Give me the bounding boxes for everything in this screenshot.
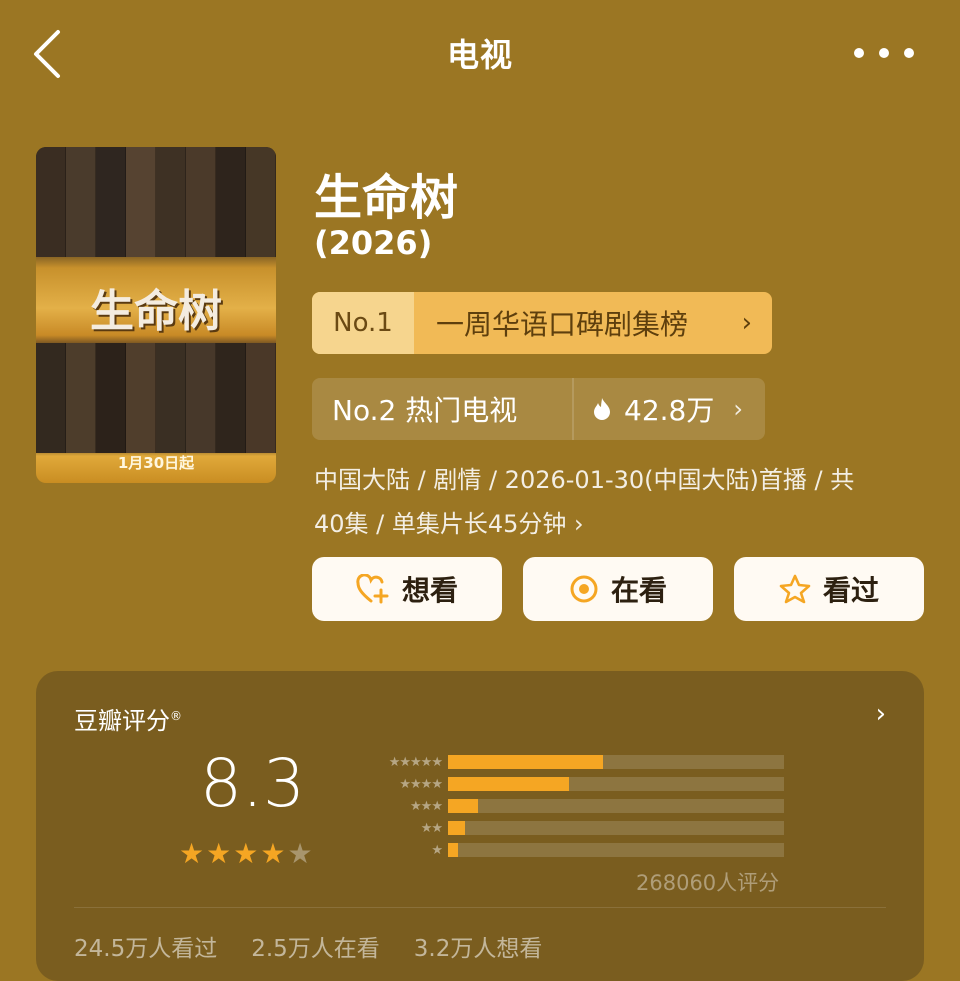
star-filled-icon: ★ xyxy=(206,837,232,870)
hot-count: 42.8万 xyxy=(624,394,715,427)
star-filled-icon: ★ xyxy=(179,837,205,870)
distribution-row: ★★★★★ xyxy=(346,751,786,773)
distribution-star-label: ★★★★ xyxy=(399,776,443,792)
hot-value: 42.8万 xyxy=(574,378,733,440)
divider xyxy=(74,907,886,908)
rank-label: 一周华语口碑剧集榜 xyxy=(436,308,689,341)
watched-button[interactable]: 看过 xyxy=(734,557,924,621)
distribution-row: ★★ xyxy=(346,817,786,839)
rating-heading: 豆瓣评分® xyxy=(74,701,182,736)
meta-line-2: 40集 / 单集片长45分钟 › xyxy=(314,510,584,538)
stat-watching[interactable]: 2.5万人在看 xyxy=(251,929,380,963)
watched-label: 看过 xyxy=(822,574,879,607)
distribution-row: ★★★★ xyxy=(346,773,786,795)
more-dot xyxy=(854,48,864,58)
poster-cast-row-bottom xyxy=(36,343,276,453)
distribution-bar xyxy=(448,843,459,857)
target-icon xyxy=(570,575,598,603)
star-filled-icon: ★ xyxy=(233,837,259,870)
distribution-row: ★ xyxy=(346,839,786,861)
chevron-right-icon: › xyxy=(733,395,743,423)
distribution-bar xyxy=(448,799,479,813)
audience-stats: 24.5万人看过 2.5万人在看 3.2万人想看 xyxy=(74,929,542,963)
distribution-bar xyxy=(448,777,569,791)
want-to-watch-label: 想看 xyxy=(401,574,458,607)
more-dot xyxy=(904,48,914,58)
distribution-track xyxy=(448,755,784,769)
distribution-bar xyxy=(448,821,465,835)
distribution-track xyxy=(448,821,784,835)
top-bar: 电视 xyxy=(0,0,960,110)
show-meta-info[interactable]: 中国大陆 / 剧情 / 2026-01-30(中国大陆)首播 / 共 40集 /… xyxy=(314,458,924,546)
registered-mark: ® xyxy=(170,709,182,723)
chevron-right-icon[interactable]: › xyxy=(876,699,886,729)
poster-date: 1月30日起 xyxy=(117,454,195,472)
rank-badge-secondary[interactable]: No.2 热门电视 42.8万 › xyxy=(312,378,765,440)
distribution-track xyxy=(448,777,784,791)
distribution-track xyxy=(448,843,784,857)
want-to-watch-button[interactable]: 想看 xyxy=(312,557,502,621)
rating-stars: ★ ★ ★ ★ ★ xyxy=(179,837,313,870)
distribution-row: ★★★ xyxy=(346,795,786,817)
star-filled-icon: ★ xyxy=(260,837,286,870)
distribution-bar xyxy=(448,755,603,769)
poster-title-art: 生命树 xyxy=(90,286,222,337)
distribution-star-label: ★★ xyxy=(420,820,443,836)
poster-cast-row-top xyxy=(36,147,276,257)
watching-label: 在看 xyxy=(610,574,667,607)
rank-number: No.1 xyxy=(312,292,414,354)
distribution-track xyxy=(448,799,784,813)
rating-card[interactable]: 豆瓣评分® › 8.3 ★ ★ ★ ★ ★ ★★★★★ ★★★★ ★★★ ★★ ★ 268060… xyxy=(36,671,924,981)
hot-tv-rank-label: No.2 热门电视 xyxy=(312,378,574,440)
stat-want[interactable]: 3.2万人想看 xyxy=(414,929,543,963)
more-dot xyxy=(879,48,889,58)
rating-distribution: ★★★★★ ★★★★ ★★★ ★★ ★ xyxy=(346,751,786,861)
show-title: 生命树 xyxy=(314,170,459,226)
watching-button[interactable]: 在看 xyxy=(523,557,713,621)
meta-line-1: 中国大陆 / 剧情 / 2026-01-30(中国大陆)首播 / 共 xyxy=(314,466,855,494)
rating-heading-text: 豆瓣评分 xyxy=(74,707,170,735)
star-outline-icon xyxy=(779,574,811,604)
heart-plus-icon xyxy=(356,574,389,604)
rank-badge-primary[interactable]: No.1 一周华语口碑剧集榜 › xyxy=(312,292,772,354)
chevron-right-icon: › xyxy=(741,308,752,338)
distribution-star-label: ★★★★★ xyxy=(388,754,443,770)
stat-watched[interactable]: 24.5万人看过 xyxy=(74,929,217,963)
star-empty-icon: ★ xyxy=(287,837,313,870)
page-title: 电视 xyxy=(446,36,513,74)
rating-score: 8.3 xyxy=(200,745,305,822)
poster-image[interactable]: 生命树 1月30日起 xyxy=(36,147,276,483)
flame-icon xyxy=(594,398,610,420)
show-year: (2026) xyxy=(314,224,433,262)
distribution-star-label: ★ xyxy=(431,842,443,858)
more-options-icon[interactable] xyxy=(854,38,914,68)
rating-count: 268060人评分 xyxy=(636,871,780,895)
distribution-star-label: ★★★ xyxy=(410,798,443,814)
